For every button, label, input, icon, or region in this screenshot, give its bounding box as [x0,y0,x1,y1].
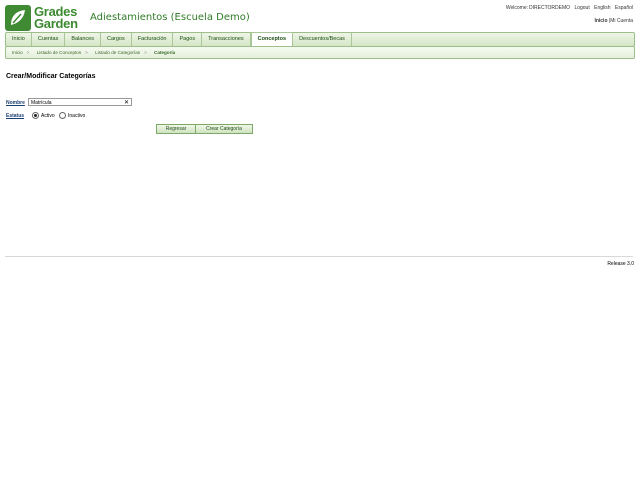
logo-line2: Garden [34,16,78,31]
tab-transacciones[interactable]: Transacciones [202,33,251,46]
leaf-logo-icon [5,5,31,31]
clear-icon[interactable]: ✕ [124,99,129,107]
status-active-radio[interactable]: Activo [32,112,55,119]
release-version: Release 3.0 [607,261,634,267]
crumb-listado-categorias[interactable]: Listado de Categorías [95,50,140,55]
tab-balances[interactable]: Balances [65,33,101,46]
spanish-link[interactable]: Español [615,5,633,11]
school-name: Adiestamientos (Escuela Demo) [90,12,250,23]
tab-cuentas[interactable]: Cuentas [32,33,66,46]
status-label: Estatus [6,113,25,119]
back-button[interactable]: Regresar [156,124,196,134]
top-links: Welcome:DIRECTORDEMO Logout English Espa… [503,5,633,11]
account-links: Inicio |Mi Cuenta [594,18,633,24]
crumb-inicio[interactable]: Inicio [12,50,23,55]
main-nav: Inicio Cuentas Balances Cargos Facturaci… [5,32,635,47]
page-title: Crear/Modificar Categorías [6,73,96,80]
name-label: Nombre [6,100,25,106]
crumb-categoria: Categoría [154,50,176,55]
username: DIRECTORDEMO [529,5,571,11]
logout-link[interactable]: Logout [574,5,589,11]
my-account-link[interactable]: Mi Cuenta [610,18,633,24]
radio-unselected-icon [59,112,66,119]
welcome-label: Welcome: [505,5,529,11]
tab-facturacion[interactable]: Facturación [132,33,174,46]
tab-pagos[interactable]: Pagos [173,33,203,46]
tab-cargos[interactable]: Cargos [101,33,132,46]
logo[interactable]: Grades Garden [5,4,83,32]
tab-inicio[interactable]: Inicio [6,33,32,46]
tab-descuentos-becas[interactable]: Descuentos/Becas [293,33,352,46]
name-input[interactable]: Matrícula ✕ [28,98,132,106]
tab-conceptos[interactable]: Conceptos [250,32,294,47]
english-link[interactable]: English [594,5,610,11]
name-input-value: Matrícula [31,100,52,106]
footer-divider [5,256,633,257]
inactive-option-label: Inactivo [68,112,86,119]
status-inactive-radio[interactable]: Inactivo [59,112,85,119]
active-option-label: Activo [41,112,55,119]
create-category-button[interactable]: Crear Categoría [195,124,253,134]
home-link[interactable]: Inicio [594,18,607,24]
radio-selected-icon [32,112,39,119]
breadcrumb: Inicio > Listado de Conceptos > Listado de… [5,46,635,59]
crumb-listado-conceptos[interactable]: Listado de Conceptos [37,50,81,55]
